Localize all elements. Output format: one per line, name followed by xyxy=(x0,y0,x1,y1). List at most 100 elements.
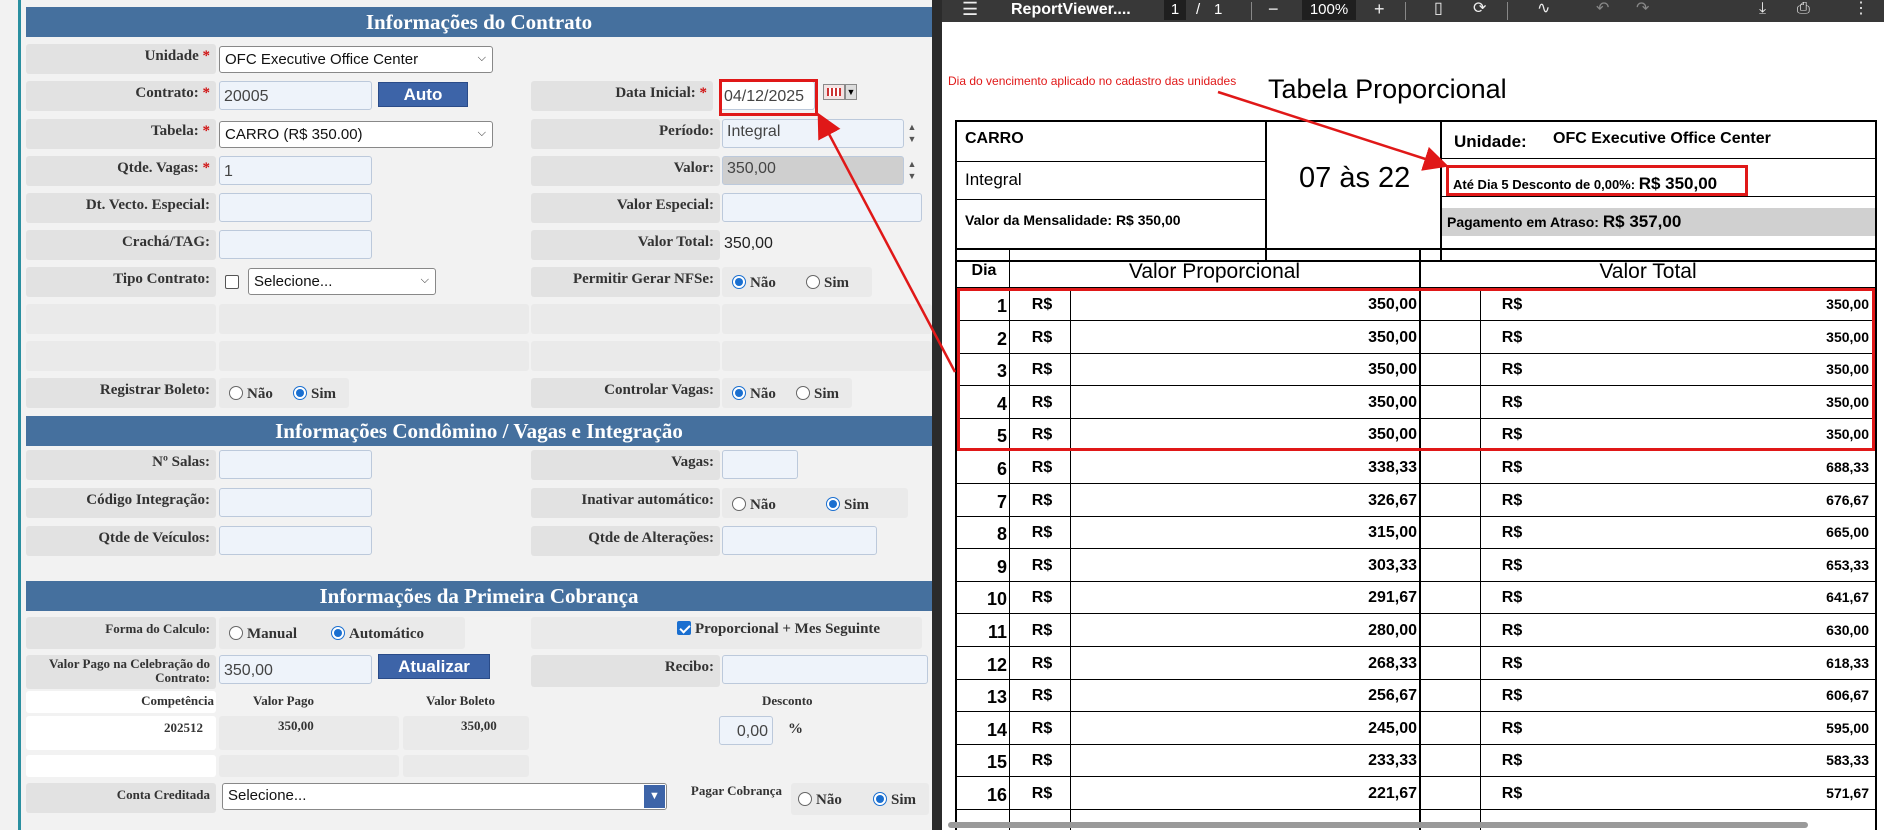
tipo-contrato-checkbox[interactable] xyxy=(225,275,239,289)
atualizar-button[interactable]: Atualizar xyxy=(378,654,490,679)
page-total: 1 xyxy=(1214,1,1223,18)
row-total: 630,00 xyxy=(1826,622,1869,638)
row-dia: 6 xyxy=(996,459,1007,479)
more-options-icon[interactable]: ⋮ xyxy=(1853,0,1869,20)
col-competencia: Competência xyxy=(141,693,214,708)
row-prop: 256,67 xyxy=(1368,687,1417,705)
codigo-integracao-input[interactable] xyxy=(219,488,372,517)
zoom-level[interactable]: 100% xyxy=(1302,0,1356,20)
desconto-input[interactable]: 0,00 xyxy=(719,716,773,745)
row-dia: 15 xyxy=(986,752,1007,773)
unidade-label: Unidade * xyxy=(26,44,216,74)
row-prop: 326,67 xyxy=(1368,491,1417,509)
recibo-input[interactable] xyxy=(722,655,928,684)
divider xyxy=(1405,2,1406,20)
alteracoes-input[interactable] xyxy=(722,526,877,555)
vagas-label: Vagas: xyxy=(531,450,720,480)
boleto-nao-radio[interactable]: Não xyxy=(229,386,273,403)
row-currency: R$ xyxy=(1031,556,1053,574)
boleto-sim-radio[interactable]: Sim xyxy=(293,386,336,403)
rule xyxy=(955,248,1877,250)
valor-total-value: 350,00 xyxy=(724,235,773,252)
report-row: 15 R$ 233,33 R$ 583,33 xyxy=(955,745,1875,778)
cracha-input[interactable] xyxy=(219,230,372,259)
periodo-spinner[interactable]: ▲ ▼ xyxy=(904,121,920,145)
undo-icon[interactable]: ↶ xyxy=(1596,0,1609,20)
valor-especial-label: Valor Especial: xyxy=(531,193,720,223)
viewer-toolbar: ☰ ReportViewer.... 1 / 1 − 100% + ▯ ⟳ ∿ … xyxy=(932,0,1884,22)
automatico-radio[interactable]: Automático xyxy=(331,626,424,643)
salas-input[interactable] xyxy=(219,450,372,479)
row-competencia: 202512 xyxy=(164,720,203,735)
valor-especial-input[interactable] xyxy=(722,193,922,222)
vagas-sim-radio[interactable]: Sim xyxy=(796,386,839,403)
rotate-icon[interactable]: ⟳ xyxy=(1473,0,1486,20)
col-valor-total: Valor Total xyxy=(1599,260,1697,283)
inativar-nao-radio[interactable]: Não xyxy=(732,497,776,514)
radio-icon xyxy=(732,275,746,289)
valor-spinner[interactable]: ▲ ▼ xyxy=(904,158,920,182)
row-currency: R$ xyxy=(1031,752,1053,770)
unidade-select[interactable]: OFC Executive Office Center ⌵ xyxy=(219,46,493,73)
dt-vecto-input[interactable] xyxy=(219,193,372,222)
row-prop: 315,00 xyxy=(1368,524,1417,542)
nfse-sim-radio[interactable]: Sim xyxy=(806,275,849,292)
salas-label: Nº Salas: xyxy=(26,450,216,480)
calendar-button[interactable]: ▼ xyxy=(823,83,859,101)
zoom-in-icon[interactable]: + xyxy=(1374,0,1385,20)
inativar-label: Inativar automático: xyxy=(531,488,720,518)
manual-radio[interactable]: Manual xyxy=(229,626,297,643)
row-total: 676,67 xyxy=(1826,491,1869,508)
menu-icon[interactable]: ☰ xyxy=(962,0,978,20)
page-number-input[interactable]: 1 xyxy=(1164,0,1186,20)
pagar-sim-radio[interactable]: Sim xyxy=(873,792,916,809)
radio-icon xyxy=(229,626,243,640)
row-prop: 280,00 xyxy=(1368,622,1417,639)
periodo-input[interactable]: Integral xyxy=(722,119,904,148)
row-currency: R$ xyxy=(1501,524,1523,542)
row-valor-boleto: 350,00 xyxy=(461,718,497,733)
report-viewer: ☰ ReportViewer.... 1 / 1 − 100% + ▯ ⟳ ∿ … xyxy=(932,0,1884,830)
auto-button[interactable]: Auto xyxy=(378,82,468,107)
proporcional-checkbox[interactable]: Proporcional + Mes Seguinte xyxy=(677,621,880,638)
row-currency: R$ xyxy=(1501,687,1523,705)
row-valor-pago: 350,00 xyxy=(278,718,314,733)
vagas-nao-radio[interactable]: Não xyxy=(732,386,776,403)
pagar-cobranca-label: Pagar Cobrança xyxy=(690,783,782,798)
veiculos-label: Qtde de Veículos: xyxy=(26,526,216,556)
conta-creditada-select[interactable]: Selecione... ▼ xyxy=(222,783,667,810)
radio-icon xyxy=(732,497,746,511)
left-edge xyxy=(18,0,21,830)
row-dia: 12 xyxy=(986,654,1007,675)
row-prop: 268,33 xyxy=(1368,654,1417,672)
download-icon[interactable]: ⤓ xyxy=(1759,0,1766,20)
nfse-nao-radio[interactable]: Não xyxy=(732,275,776,292)
fit-page-icon[interactable]: ▯ xyxy=(1434,0,1443,20)
page-separator: / xyxy=(1196,1,1201,18)
divider xyxy=(1251,2,1252,20)
draw-icon[interactable]: ∿ xyxy=(1537,0,1550,20)
qtde-vagas-input[interactable]: 1 xyxy=(219,156,372,185)
report-row: 13 R$ 256,67 R$ 606,67 xyxy=(955,680,1875,713)
row-currency: R$ xyxy=(1501,589,1523,607)
print-icon[interactable]: ⎙ xyxy=(1797,0,1810,20)
vagas-input[interactable] xyxy=(722,450,798,479)
redo-icon[interactable]: ↷ xyxy=(1636,0,1649,20)
inativar-sim-radio[interactable]: Sim xyxy=(826,497,869,514)
tabela-select[interactable]: CARRO (R$ 350.00) ⌵ xyxy=(219,121,493,148)
veiculos-input[interactable] xyxy=(219,526,372,555)
col-valor-boleto: Valor Boleto xyxy=(426,693,495,708)
row-dia: 16 xyxy=(986,785,1007,805)
contrato-input[interactable]: 20005 xyxy=(219,81,372,110)
zoom-out-icon[interactable]: − xyxy=(1268,0,1279,20)
row-dia: 11 xyxy=(987,622,1007,642)
horizontal-scrollbar[interactable] xyxy=(948,822,1808,828)
tipo-contrato-select[interactable]: Selecione... ⌵ xyxy=(248,268,436,295)
pagar-nao-radio[interactable]: Não xyxy=(798,792,842,809)
pane-divider[interactable] xyxy=(932,0,942,830)
valor-pago-input[interactable]: 350,00 xyxy=(219,655,372,684)
row-currency: R$ xyxy=(1501,654,1523,672)
divider xyxy=(1507,2,1508,20)
empty-cell xyxy=(531,341,720,371)
report-unidade-value: OFC Executive Office Center xyxy=(1553,130,1771,147)
